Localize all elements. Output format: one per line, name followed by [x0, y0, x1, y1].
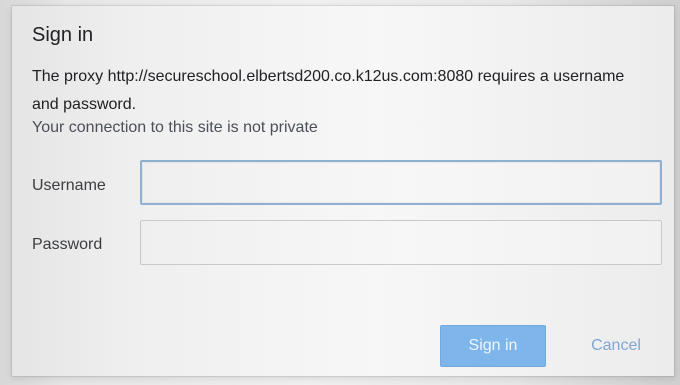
sign-in-button[interactable]: Sign in	[440, 325, 546, 367]
sign-in-dialog: Sign in The proxy http://secureschool.el…	[12, 6, 674, 376]
password-input[interactable]	[140, 220, 662, 265]
dialog-message: The proxy http://secureschool.elbertsd20…	[32, 68, 625, 113]
username-input[interactable]	[140, 160, 662, 205]
screen-background: Sign in The proxy http://secureschool.el…	[0, 0, 680, 385]
connection-warning: Your connection to this site is not priv…	[32, 119, 318, 136]
username-label: Username	[32, 177, 106, 194]
dialog-title: Sign in	[32, 24, 94, 46]
password-label: Password	[32, 236, 103, 253]
cancel-button[interactable]: Cancel	[567, 325, 665, 367]
